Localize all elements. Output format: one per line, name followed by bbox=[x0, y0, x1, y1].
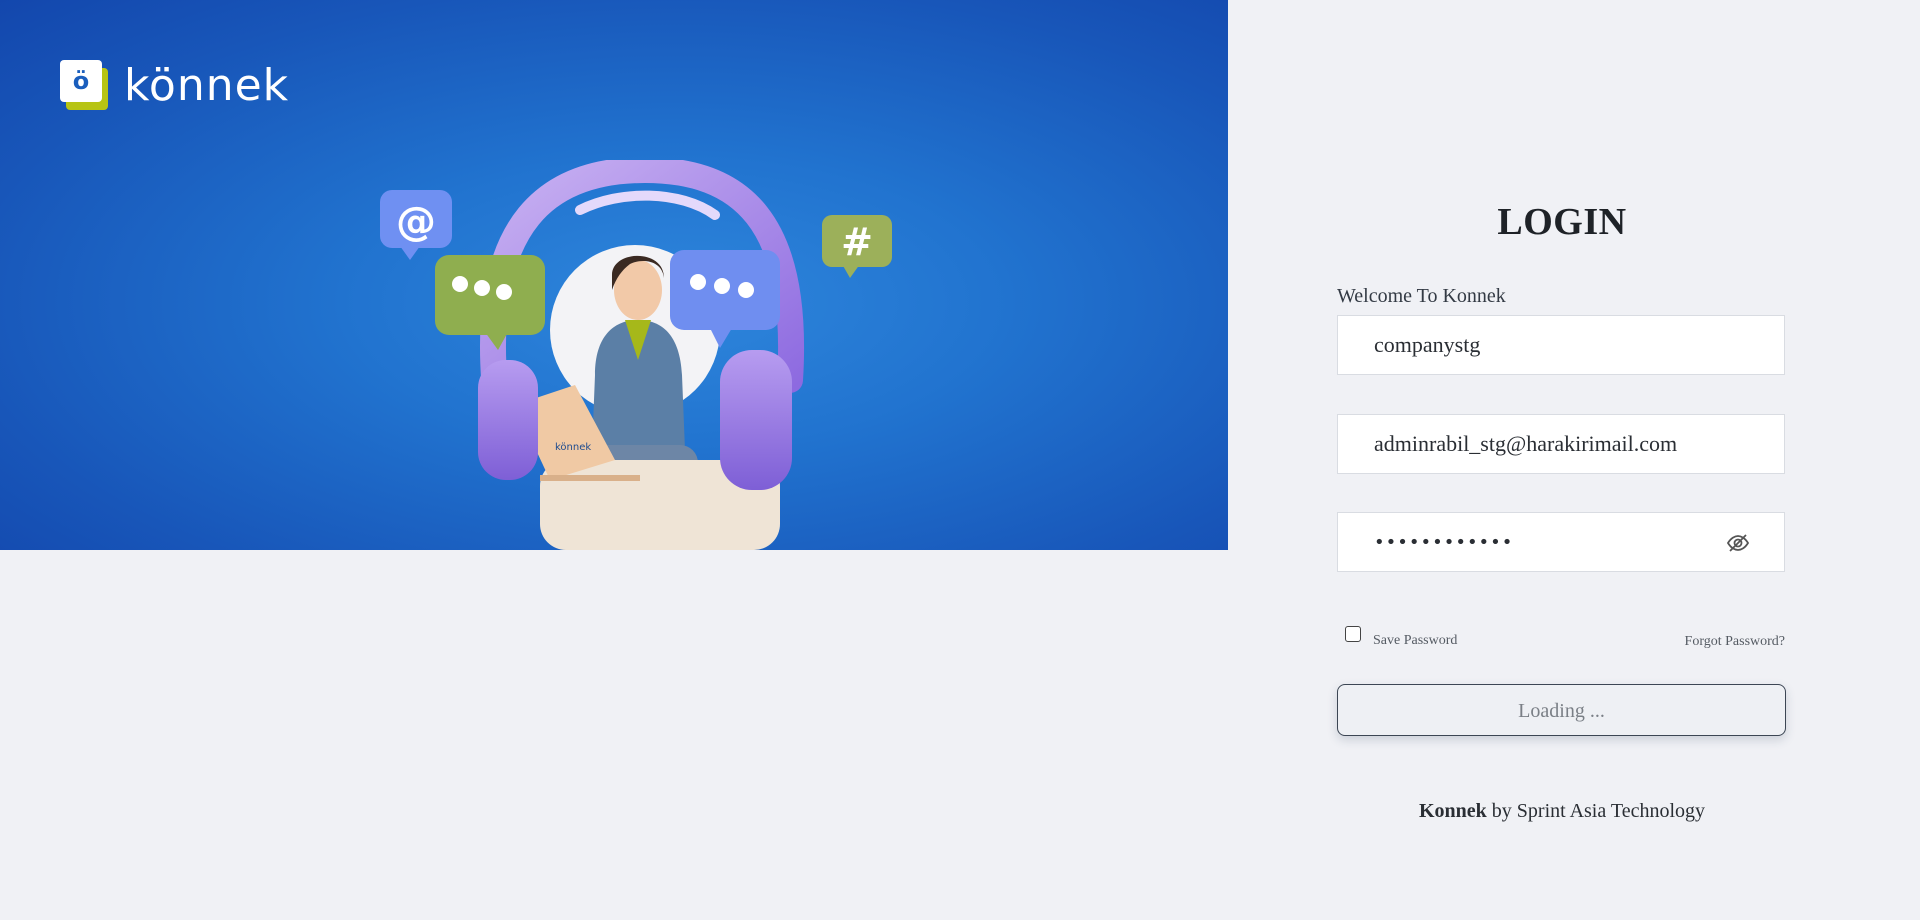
chat-bubble-green-icon bbox=[435, 255, 545, 350]
login-page: ö könnek könnek @ # LOGIN Welcome To Kon… bbox=[0, 0, 1920, 920]
password-input[interactable] bbox=[1374, 531, 1714, 553]
login-title: LOGIN bbox=[1497, 201, 1627, 243]
login-submit-button[interactable]: Loading ... bbox=[1337, 684, 1786, 736]
svg-text:#: # bbox=[841, 220, 873, 264]
svg-text:@: @ bbox=[396, 199, 436, 245]
save-password-label[interactable]: Save Password bbox=[1373, 633, 1457, 649]
at-sign-bubble-icon: @ bbox=[380, 190, 452, 260]
email-field[interactable] bbox=[1337, 414, 1785, 474]
footer-text: by Sprint Asia Technology bbox=[1491, 800, 1706, 822]
footer-credit: Konnek by Sprint Asia Technology bbox=[1337, 800, 1787, 823]
email-input[interactable] bbox=[1374, 431, 1714, 457]
eye-slash-icon[interactable] bbox=[1726, 531, 1750, 555]
konnek-logo: ö könnek bbox=[60, 60, 289, 112]
forgot-password-link[interactable]: Forgot Password? bbox=[1685, 634, 1785, 650]
company-input[interactable] bbox=[1374, 332, 1714, 358]
footer-brand: Konnek bbox=[1418, 800, 1487, 822]
company-field[interactable] bbox=[1337, 315, 1785, 375]
hero-banner: ö könnek könnek @ # bbox=[0, 0, 1228, 550]
svg-text:könnek: könnek bbox=[555, 442, 591, 453]
login-form: LOGIN Welcome To Konnek Save Password Fo… bbox=[1337, 0, 1787, 920]
support-agent-illustration: könnek @ # bbox=[380, 160, 892, 550]
save-password-checkbox[interactable] bbox=[1345, 626, 1361, 642]
welcome-text: Welcome To Konnek bbox=[1337, 285, 1506, 307]
konnek-logo-text: könnek bbox=[124, 60, 290, 111]
password-field[interactable] bbox=[1337, 512, 1785, 572]
konnek-logo-mark: ö bbox=[60, 60, 108, 112]
save-password-row: Save Password Forgot Password? bbox=[1337, 625, 1785, 651]
hashtag-bubble-icon: # bbox=[822, 215, 892, 278]
